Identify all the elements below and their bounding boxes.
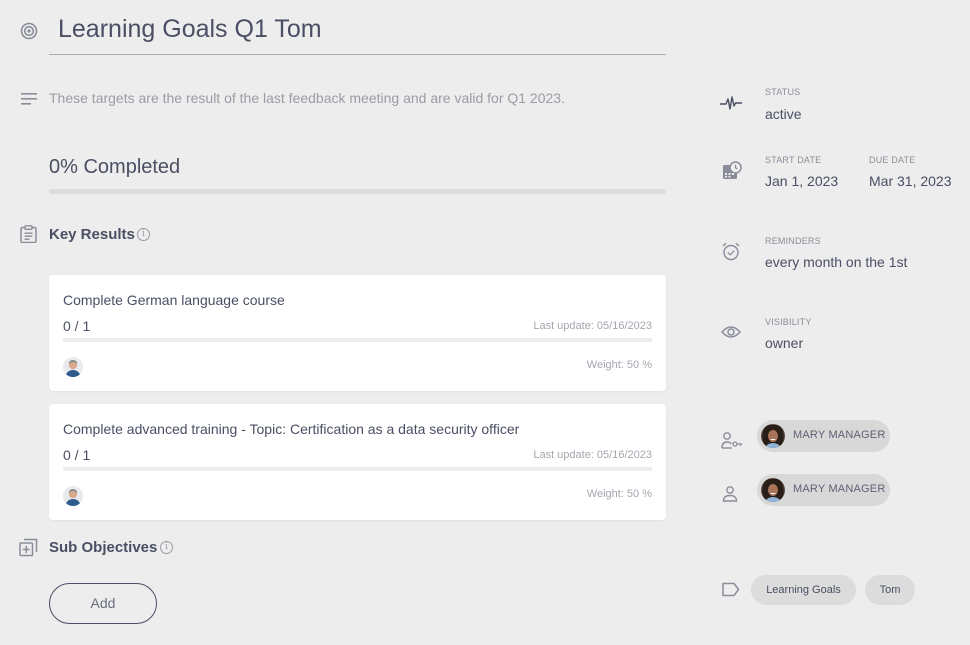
- pulse-icon: [720, 95, 742, 111]
- objective-description[interactable]: These targets are the result of the last…: [49, 90, 565, 106]
- key-results-heading: Key Results: [49, 226, 135, 243]
- start-date-value[interactable]: Jan 1, 2023: [765, 173, 838, 189]
- key-result-weight: Weight: 50 %: [586, 488, 652, 500]
- add-sub-objective-button[interactable]: Add: [49, 583, 157, 624]
- key-result-progress-bar: [63, 467, 652, 471]
- key-result-owner-avatar[interactable]: [63, 486, 83, 506]
- sub-objectives-heading: Sub Objectives: [49, 539, 158, 556]
- calendar-clock-icon: [722, 161, 742, 181]
- alarm-clock-icon: [722, 242, 740, 261]
- objective-title[interactable]: Learning Goals Q1 Tom: [49, 12, 666, 46]
- completion-label: 0% Completed: [49, 156, 181, 178]
- key-result-title[interactable]: Complete advanced training - Topic: Cert…: [63, 421, 519, 437]
- eye-icon: [721, 325, 741, 339]
- completion-progress-bar: [49, 189, 666, 194]
- person-icon: [722, 486, 738, 502]
- tag-chip[interactable]: Learning Goals: [751, 575, 856, 605]
- owner-name: MARY MANAGER: [793, 429, 886, 441]
- key-results-info-icon[interactable]: i: [137, 228, 150, 241]
- key-result-last-update: Last update: 05/16/2023: [533, 449, 652, 461]
- status-value[interactable]: active: [765, 106, 802, 122]
- description-icon: [21, 93, 37, 105]
- start-date-label: START DATE: [765, 155, 822, 165]
- due-date-value[interactable]: Mar 31, 2023: [869, 173, 952, 189]
- key-result-last-update: Last update: 05/16/2023: [533, 320, 652, 332]
- visibility-label: VISIBILITY: [765, 317, 812, 327]
- key-result-owner-avatar[interactable]: [63, 357, 83, 377]
- title-field[interactable]: Learning Goals Q1 Tom: [49, 12, 666, 55]
- reminders-label: REMINDERS: [765, 236, 821, 246]
- key-result-card[interactable]: Complete advanced training - Topic: Cert…: [49, 404, 666, 520]
- key-result-weight: Weight: 50 %: [586, 359, 652, 371]
- clipboard-icon: [20, 225, 37, 243]
- status-label: STATUS: [765, 87, 801, 97]
- owner-avatar: [761, 424, 785, 448]
- person-key-icon: [721, 432, 743, 449]
- add-sub-objective-icon: [19, 538, 38, 557]
- key-result-progress-bar: [63, 338, 652, 342]
- due-date-label: DUE DATE: [869, 155, 916, 165]
- key-result-count: 0 / 1: [63, 447, 91, 463]
- visibility-value[interactable]: owner: [765, 335, 803, 351]
- target-icon: [20, 22, 38, 40]
- key-result-title[interactable]: Complete German language course: [63, 292, 285, 308]
- tag-chip[interactable]: Tom: [865, 575, 915, 605]
- key-result-card[interactable]: Complete German language course 0 / 1 La…: [49, 275, 666, 391]
- key-result-count: 0 / 1: [63, 318, 91, 334]
- assignee-name: MARY MANAGER: [793, 483, 886, 495]
- sub-objectives-info-icon[interactable]: i: [160, 541, 173, 554]
- owner-chip[interactable]: MARY MANAGER: [757, 420, 890, 452]
- reminders-value[interactable]: every month on the 1st: [765, 254, 907, 270]
- tag-icon: [722, 582, 740, 597]
- assignee-chip[interactable]: MARY MANAGER: [757, 474, 890, 506]
- assignee-avatar: [761, 478, 785, 502]
